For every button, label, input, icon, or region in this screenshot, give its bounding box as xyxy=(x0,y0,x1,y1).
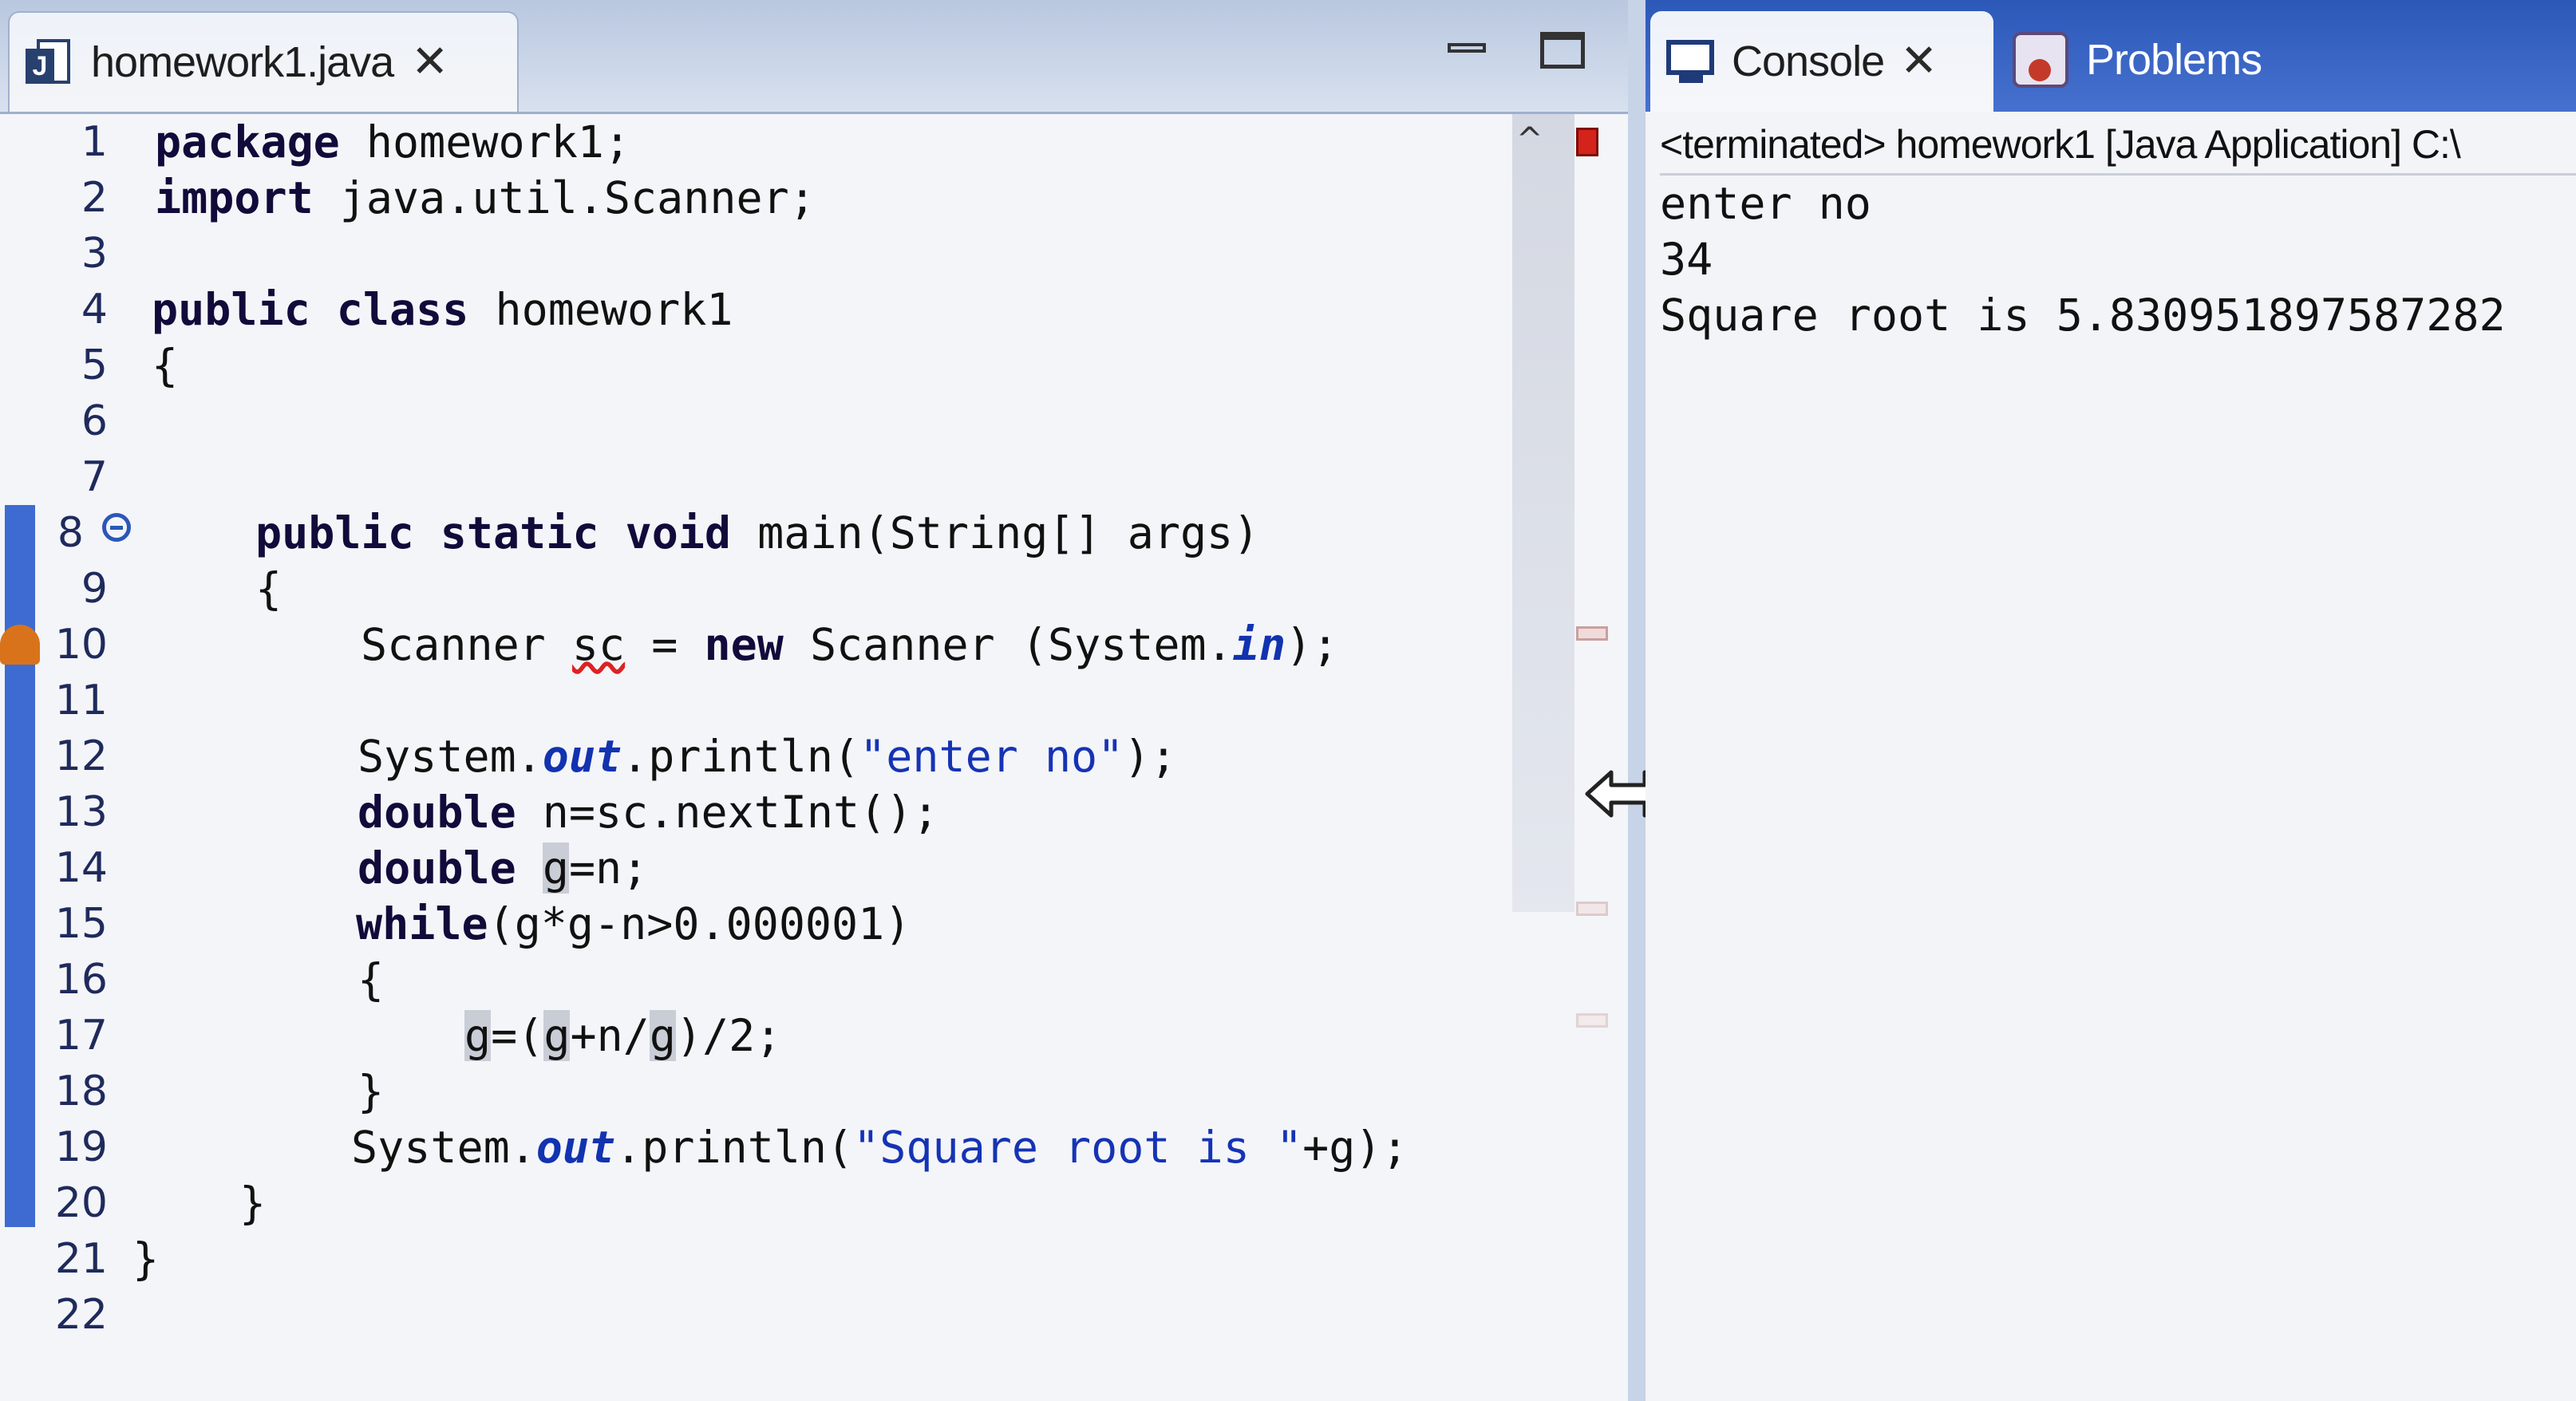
output-line: Square root is 5.830951897587282 xyxy=(1660,290,2506,341)
line-number: 17 xyxy=(54,1012,108,1060)
chevron-up-icon[interactable]: ^ xyxy=(1516,124,1548,156)
tab-label: homework1.java xyxy=(91,38,394,86)
minimize-icon[interactable] xyxy=(1444,32,1489,69)
code-line: { xyxy=(152,340,179,391)
close-icon[interactable]: ✕ xyxy=(1900,39,1938,84)
code-line: System.out.println("Square root is "+g); xyxy=(351,1122,1409,1173)
annotation-marker[interactable] xyxy=(1576,902,1608,916)
line-number: 5 xyxy=(81,341,108,389)
line-number: 11 xyxy=(54,677,108,724)
console-icon xyxy=(1666,40,1716,83)
problems-icon xyxy=(2013,32,2068,88)
code-line: { xyxy=(255,563,282,614)
line-number: 6 xyxy=(81,397,108,445)
error-marker-icon[interactable] xyxy=(1576,128,1598,156)
code-line: package homework1; xyxy=(155,116,631,168)
code-line: System.out.println("enter no"); xyxy=(358,731,1177,782)
editor-tab-bar: J homework1.java ✕ xyxy=(0,0,1628,114)
code-line: while(g*g-n>0.000001) xyxy=(356,898,911,949)
line-number: 10 xyxy=(54,621,108,669)
annotation-marker[interactable] xyxy=(1576,1013,1608,1028)
warning-icon[interactable] xyxy=(0,625,40,665)
code-line: public class homework1 xyxy=(152,284,733,335)
code-line: } xyxy=(239,1178,267,1229)
output-line: 34 xyxy=(1660,234,1713,285)
line-number: 21 xyxy=(54,1235,108,1283)
output-line: enter no xyxy=(1660,178,1871,229)
code-line: public static void main(String[] args) xyxy=(255,507,1260,558)
tab-label: Problems xyxy=(2086,36,2262,84)
editor-pane: J homework1.java ✕ 1 2 3 4 5 6 7 8 9 10 … xyxy=(0,0,1628,1401)
code-editor[interactable]: 1 2 3 4 5 6 7 8 9 10 11 12 13 14 15 16 1… xyxy=(0,114,1628,1401)
tab-console[interactable]: Console ✕ xyxy=(1650,11,1993,112)
line-number: 18 xyxy=(54,1068,108,1115)
code-line: double n=sc.nextInt(); xyxy=(358,787,939,838)
tab-problems[interactable]: Problems xyxy=(2013,16,2262,104)
console-pane: Console ✕ Problems <terminated> homework… xyxy=(1646,0,2576,1401)
code-line: Scanner sc = new Scanner (System.in); xyxy=(361,619,1339,670)
change-indicator-bar xyxy=(5,505,35,1227)
line-number: 13 xyxy=(54,788,108,836)
line-number: 14 xyxy=(54,844,108,892)
line-number: 12 xyxy=(54,732,108,780)
code-line: double g=n; xyxy=(358,843,649,894)
tab-homework1-java[interactable]: J homework1.java ✕ xyxy=(8,11,519,112)
code-line: g=(g+n/g)/2; xyxy=(464,1010,782,1061)
line-number: 15 xyxy=(54,900,108,948)
java-file-icon: J xyxy=(26,36,73,89)
line-number: 20 xyxy=(54,1179,108,1227)
code-line: { xyxy=(358,954,385,1005)
line-number: 16 xyxy=(54,956,108,1004)
line-number: 3 xyxy=(81,230,108,278)
line-number: 9 xyxy=(81,565,108,613)
line-number: 22 xyxy=(54,1291,108,1339)
collapse-icon[interactable] xyxy=(102,513,131,542)
code-line: } xyxy=(132,1233,160,1285)
pane-splitter[interactable] xyxy=(1628,0,1646,1401)
maximize-icon[interactable] xyxy=(1540,32,1585,69)
line-number: 2 xyxy=(81,174,108,222)
annotation-marker[interactable] xyxy=(1576,626,1608,641)
console-output[interactable]: enter no 34 Square root is 5.83095189758… xyxy=(1660,176,2576,343)
console-tab-bar: Console ✕ Problems xyxy=(1646,0,2576,112)
code-line: import java.util.Scanner; xyxy=(155,172,816,223)
console-status: <terminated> homework1 [Java Application… xyxy=(1660,116,2576,176)
code-line: } xyxy=(358,1066,385,1117)
line-number: 7 xyxy=(81,453,108,501)
line-number: 1 xyxy=(81,118,108,166)
line-number: 4 xyxy=(81,286,108,333)
line-number: 19 xyxy=(54,1123,108,1171)
close-icon[interactable]: ✕ xyxy=(411,40,448,85)
line-number: 8 xyxy=(57,509,84,557)
tab-label: Console xyxy=(1732,37,1885,85)
overview-ruler[interactable] xyxy=(1512,114,1574,912)
